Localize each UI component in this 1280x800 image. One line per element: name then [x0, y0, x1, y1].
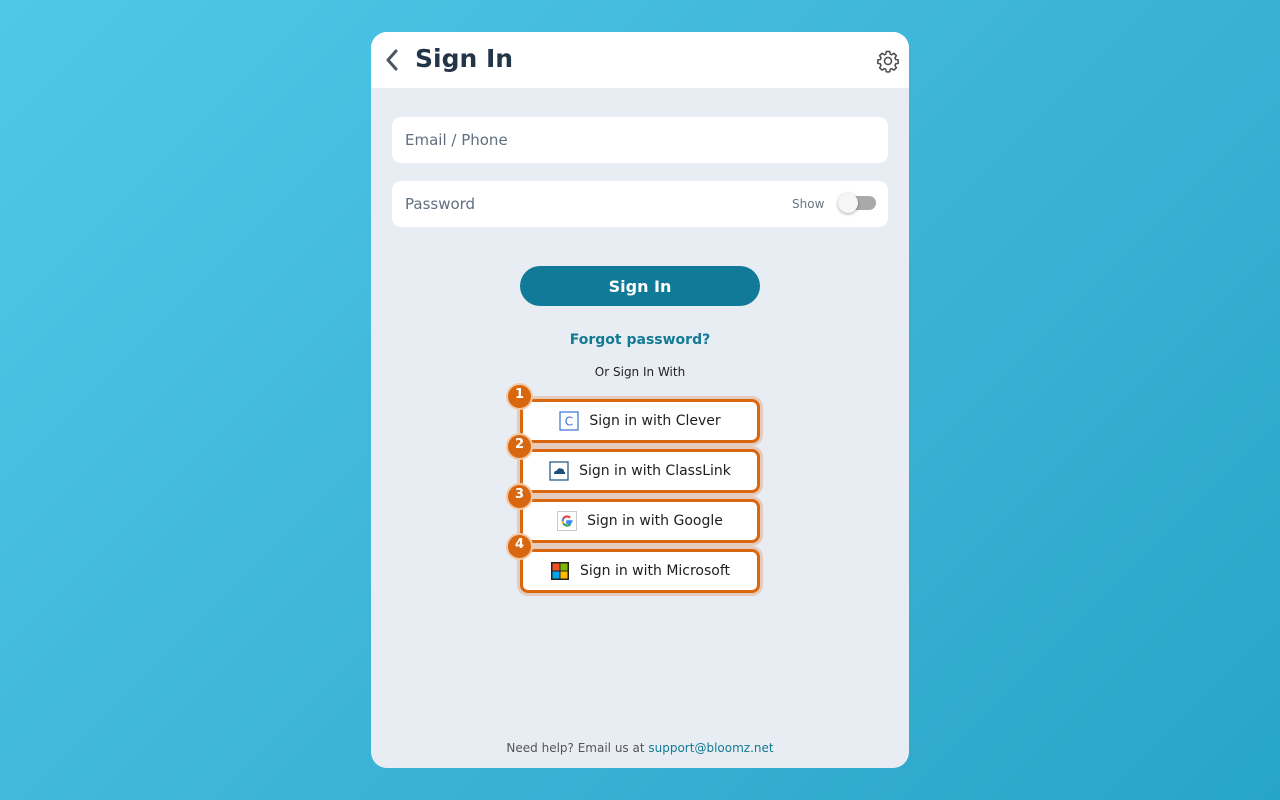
microsoft-icon — [550, 561, 570, 581]
show-password-toggle[interactable] — [838, 193, 876, 213]
step-number-badge: 1 — [506, 383, 533, 410]
gear-icon — [877, 50, 899, 73]
back-button[interactable] — [381, 46, 403, 74]
step-number-badge: 3 — [506, 483, 533, 510]
clever-sign-in-button[interactable]: C Sign in with Clever — [520, 399, 760, 443]
clever-icon: C — [559, 411, 579, 431]
help-footer: Need help? Email us at support@bloomz.ne… — [371, 741, 909, 755]
sso-label: Sign in with Microsoft — [579, 563, 731, 579]
step-number-badge: 4 — [506, 533, 533, 560]
page-title: Sign In — [415, 44, 514, 73]
header-bar: Sign In — [371, 32, 909, 88]
help-text: Need help? Email us at — [506, 741, 649, 755]
email-phone-input[interactable] — [392, 117, 888, 163]
chevron-left-icon — [386, 49, 398, 71]
forgot-password-link[interactable]: Forgot password? — [371, 332, 909, 348]
microsoft-sign-in-button[interactable]: Sign in with Microsoft — [520, 549, 760, 593]
password-field-container: Show — [392, 181, 888, 227]
google-icon — [557, 511, 578, 531]
google-sign-in-button[interactable]: Sign in with Google — [520, 499, 760, 543]
sso-label: Sign in with Google — [587, 513, 723, 529]
email-field-container — [392, 117, 888, 163]
svg-text:C: C — [565, 415, 573, 429]
toggle-knob — [838, 193, 858, 213]
classlink-icon — [549, 461, 569, 481]
sign-in-button[interactable]: Sign In — [520, 266, 760, 306]
classlink-sign-in-button[interactable]: Sign in with ClassLink — [520, 449, 760, 493]
show-password-label: Show — [792, 197, 825, 211]
settings-button[interactable] — [876, 49, 900, 73]
or-sign-in-with-label: Or Sign In With — [594, 365, 686, 379]
sign-in-card: Sign In Show Sign In Forgot password? Or… — [371, 32, 909, 768]
sso-label: Sign in with ClassLink — [579, 463, 731, 479]
support-email-link[interactable]: support@bloomz.net — [648, 741, 773, 755]
step-number-badge: 2 — [506, 433, 533, 460]
sso-label: Sign in with Clever — [589, 413, 721, 429]
